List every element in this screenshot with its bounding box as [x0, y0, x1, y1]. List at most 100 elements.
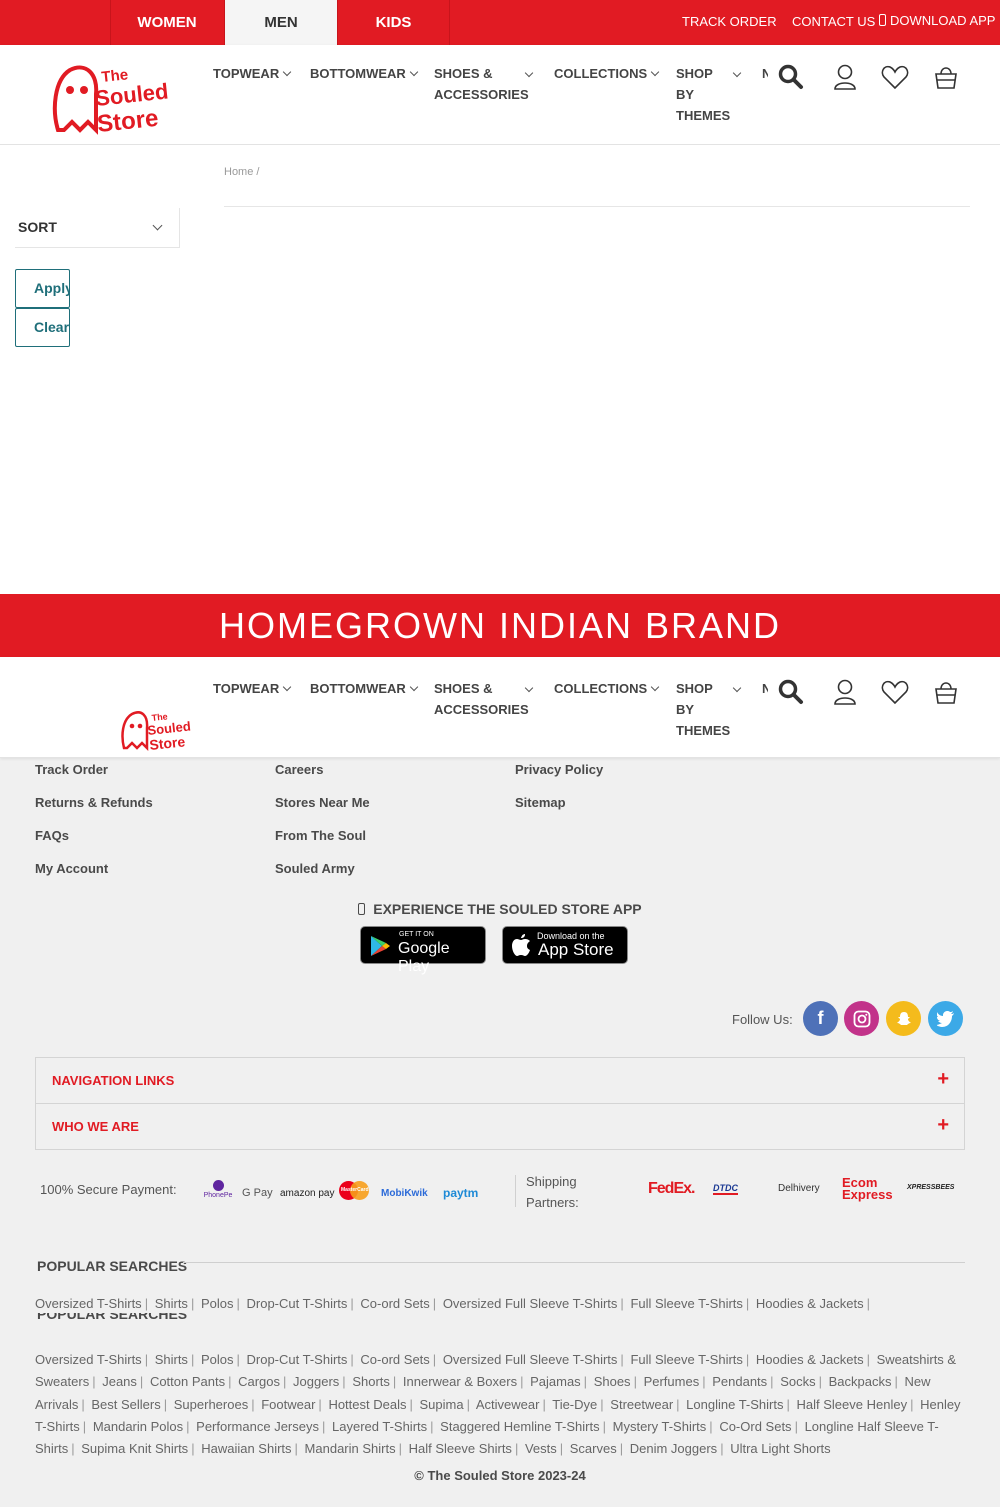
popular-search-link[interactable]: Full Sleeve T-Shirts [630, 1296, 742, 1311]
popular-search-link[interactable]: Shirts [155, 1352, 188, 1367]
breadcrumb-home[interactable]: Home [224, 166, 253, 178]
popular-search-link[interactable]: Activewear [476, 1397, 540, 1412]
popular-search-link[interactable]: Co-Ord Sets [719, 1419, 791, 1434]
souled-store-logo[interactable]: The Souled Store [120, 708, 192, 754]
popular-search-link[interactable]: Cargos [238, 1374, 280, 1389]
popular-search-link[interactable]: Half Sleeve Henley [797, 1397, 908, 1412]
nav-shop-by-themes[interactable]: SHOP BY THEMES [676, 63, 730, 126]
popular-search-link[interactable]: Footwear [261, 1397, 315, 1412]
popular-search-link[interactable]: Denim Joggers [630, 1441, 717, 1456]
popular-search-link[interactable]: Mandarin Polos [93, 1419, 183, 1434]
popular-search-link[interactable]: Oversized T-Shirts [35, 1352, 142, 1367]
popular-search-link[interactable]: Tie-Dye [552, 1397, 597, 1412]
nav-topwear[interactable]: TOPWEAR [213, 678, 292, 699]
popular-search-link[interactable]: Half Sleeve Shirts [409, 1441, 512, 1456]
user-icon[interactable] [833, 63, 857, 91]
popular-search-link[interactable]: Oversized Full Sleeve T-Shirts [443, 1352, 618, 1367]
download-app-link[interactable]: DOWNLOAD APP [879, 13, 995, 28]
nav-shoes-accessories[interactable]: SHOES & ACCESSORIES [434, 678, 529, 720]
search-icon[interactable] [778, 679, 804, 705]
snapchat-icon[interactable] [886, 1001, 921, 1036]
search-icon[interactable] [778, 64, 804, 90]
cart-bag-icon[interactable] [933, 64, 959, 90]
heart-icon[interactable] [881, 679, 909, 705]
popular-search-link[interactable]: Polos [201, 1352, 234, 1367]
contact-us-link[interactable]: CONTACT US [792, 14, 875, 29]
popular-search-link[interactable]: Hoodies & Jackets [756, 1352, 864, 1367]
nav-shop-by-themes[interactable]: SHOP BY THEMES [676, 678, 730, 741]
footer-link-from-the-soul[interactable]: From The Soul [275, 828, 366, 843]
popular-search-link[interactable]: Supima [420, 1397, 464, 1412]
popular-search-link[interactable]: Full Sleeve T-Shirts [630, 1352, 742, 1367]
popular-search-link[interactable]: Hottest Deals [328, 1397, 406, 1412]
accordion-navigation-links[interactable]: NAVIGATION LINKS + [35, 1057, 965, 1104]
popular-search-link[interactable]: Longline T-Shirts [686, 1397, 783, 1412]
popular-search-link[interactable]: Perfumes [644, 1374, 700, 1389]
cart-bag-icon[interactable] [933, 679, 959, 705]
tab-kids[interactable]: KIDS [337, 0, 450, 45]
popular-search-link[interactable]: Hawaiian Shirts [201, 1441, 291, 1456]
tab-men[interactable]: MEN [224, 0, 337, 45]
google-play-button[interactable]: GET IT ON Google Play [360, 926, 486, 975]
popular-search-link[interactable]: Oversized Full Sleeve T-Shirts [443, 1296, 618, 1311]
nav-bottomwear[interactable]: BOTTOMWEAR [310, 678, 419, 699]
nav-shoes-accessories[interactable]: SHOES & ACCESSORIES [434, 63, 529, 105]
popular-search-link[interactable]: Jeans [102, 1374, 137, 1389]
accordion-who-we-are[interactable]: WHO WE ARE + [35, 1103, 965, 1150]
facebook-icon[interactable]: f [803, 1001, 838, 1036]
popular-search-link[interactable]: Shirts [155, 1296, 188, 1311]
popular-search-link[interactable]: Polos [201, 1296, 234, 1311]
footer-link-track-order[interactable]: Track Order [35, 762, 108, 777]
popular-search-link[interactable]: Ultra Light Shorts [730, 1441, 830, 1456]
popular-search-link[interactable]: Superheroes [174, 1397, 248, 1412]
popular-search-link[interactable]: Best Sellers [91, 1397, 160, 1412]
popular-search-link[interactable]: Supima Knit Shirts [81, 1441, 188, 1456]
footer-link-privacy[interactable]: Privacy Policy [515, 762, 603, 777]
popular-search-link[interactable]: Co-ord Sets [360, 1296, 429, 1311]
twitter-icon[interactable] [928, 1001, 963, 1036]
popular-search-link[interactable]: Shoes [594, 1374, 631, 1389]
nav-more[interactable]: N [762, 63, 768, 84]
instagram-icon[interactable] [844, 1001, 879, 1036]
popular-search-link[interactable]: Backpacks [829, 1374, 892, 1389]
apply-button[interactable]: Apply [15, 269, 70, 308]
tab-women[interactable]: WOMEN [110, 0, 223, 45]
nav-bottomwear[interactable]: BOTTOMWEAR [310, 63, 419, 84]
heart-icon[interactable] [881, 64, 909, 90]
popular-search-link[interactable]: Pajamas [530, 1374, 581, 1389]
footer-link-careers[interactable]: Careers [275, 762, 323, 777]
popular-search-link[interactable]: Performance Jerseys [196, 1419, 319, 1434]
footer-link-sitemap[interactable]: Sitemap [515, 795, 566, 810]
popular-search-link[interactable]: Pendants [712, 1374, 767, 1389]
popular-search-link[interactable]: Innerwear & Boxers [403, 1374, 517, 1389]
nav-topwear[interactable]: TOPWEAR [213, 63, 292, 84]
popular-search-link[interactable]: Drop-Cut T-Shirts [247, 1296, 348, 1311]
track-order-link[interactable]: TRACK ORDER [682, 14, 777, 29]
nav-more[interactable]: N [762, 678, 768, 699]
popular-search-link[interactable]: Vests [525, 1441, 557, 1456]
nav-collections[interactable]: COLLECTIONS [554, 63, 660, 84]
popular-search-link[interactable]: Scarves [570, 1441, 617, 1456]
user-icon[interactable] [833, 678, 857, 706]
popular-search-link[interactable]: Staggered Hemline T-Shirts [440, 1419, 599, 1434]
clear-button[interactable]: Clear [15, 308, 70, 347]
popular-search-link[interactable]: Mystery T-Shirts [613, 1419, 707, 1434]
nav-collections[interactable]: COLLECTIONS [554, 678, 660, 699]
footer-link-stores[interactable]: Stores Near Me [275, 795, 370, 810]
popular-search-link[interactable]: Mandarin Shirts [305, 1441, 396, 1456]
app-store-button[interactable]: Download on the App Store [502, 926, 628, 964]
footer-link-my-account[interactable]: My Account [35, 861, 108, 876]
popular-search-link[interactable]: Shorts [352, 1374, 390, 1389]
popular-search-link[interactable]: Joggers [293, 1374, 339, 1389]
popular-search-link[interactable]: Streetwear [610, 1397, 673, 1412]
popular-search-link[interactable]: Drop-Cut T-Shirts [247, 1352, 348, 1367]
footer-link-faqs[interactable]: FAQs [35, 828, 69, 843]
souled-store-logo[interactable]: The Souled Store [50, 60, 170, 140]
popular-search-link[interactable]: Oversized T-Shirts [35, 1296, 142, 1311]
popular-search-link[interactable]: Co-ord Sets [360, 1352, 429, 1367]
footer-link-souled-army[interactable]: Souled Army [275, 861, 355, 876]
popular-search-link[interactable]: Socks [780, 1374, 815, 1389]
popular-search-link[interactable]: Layered T-Shirts [332, 1419, 427, 1434]
footer-link-returns[interactable]: Returns & Refunds [35, 795, 153, 810]
popular-search-link[interactable]: Cotton Pants [150, 1374, 225, 1389]
